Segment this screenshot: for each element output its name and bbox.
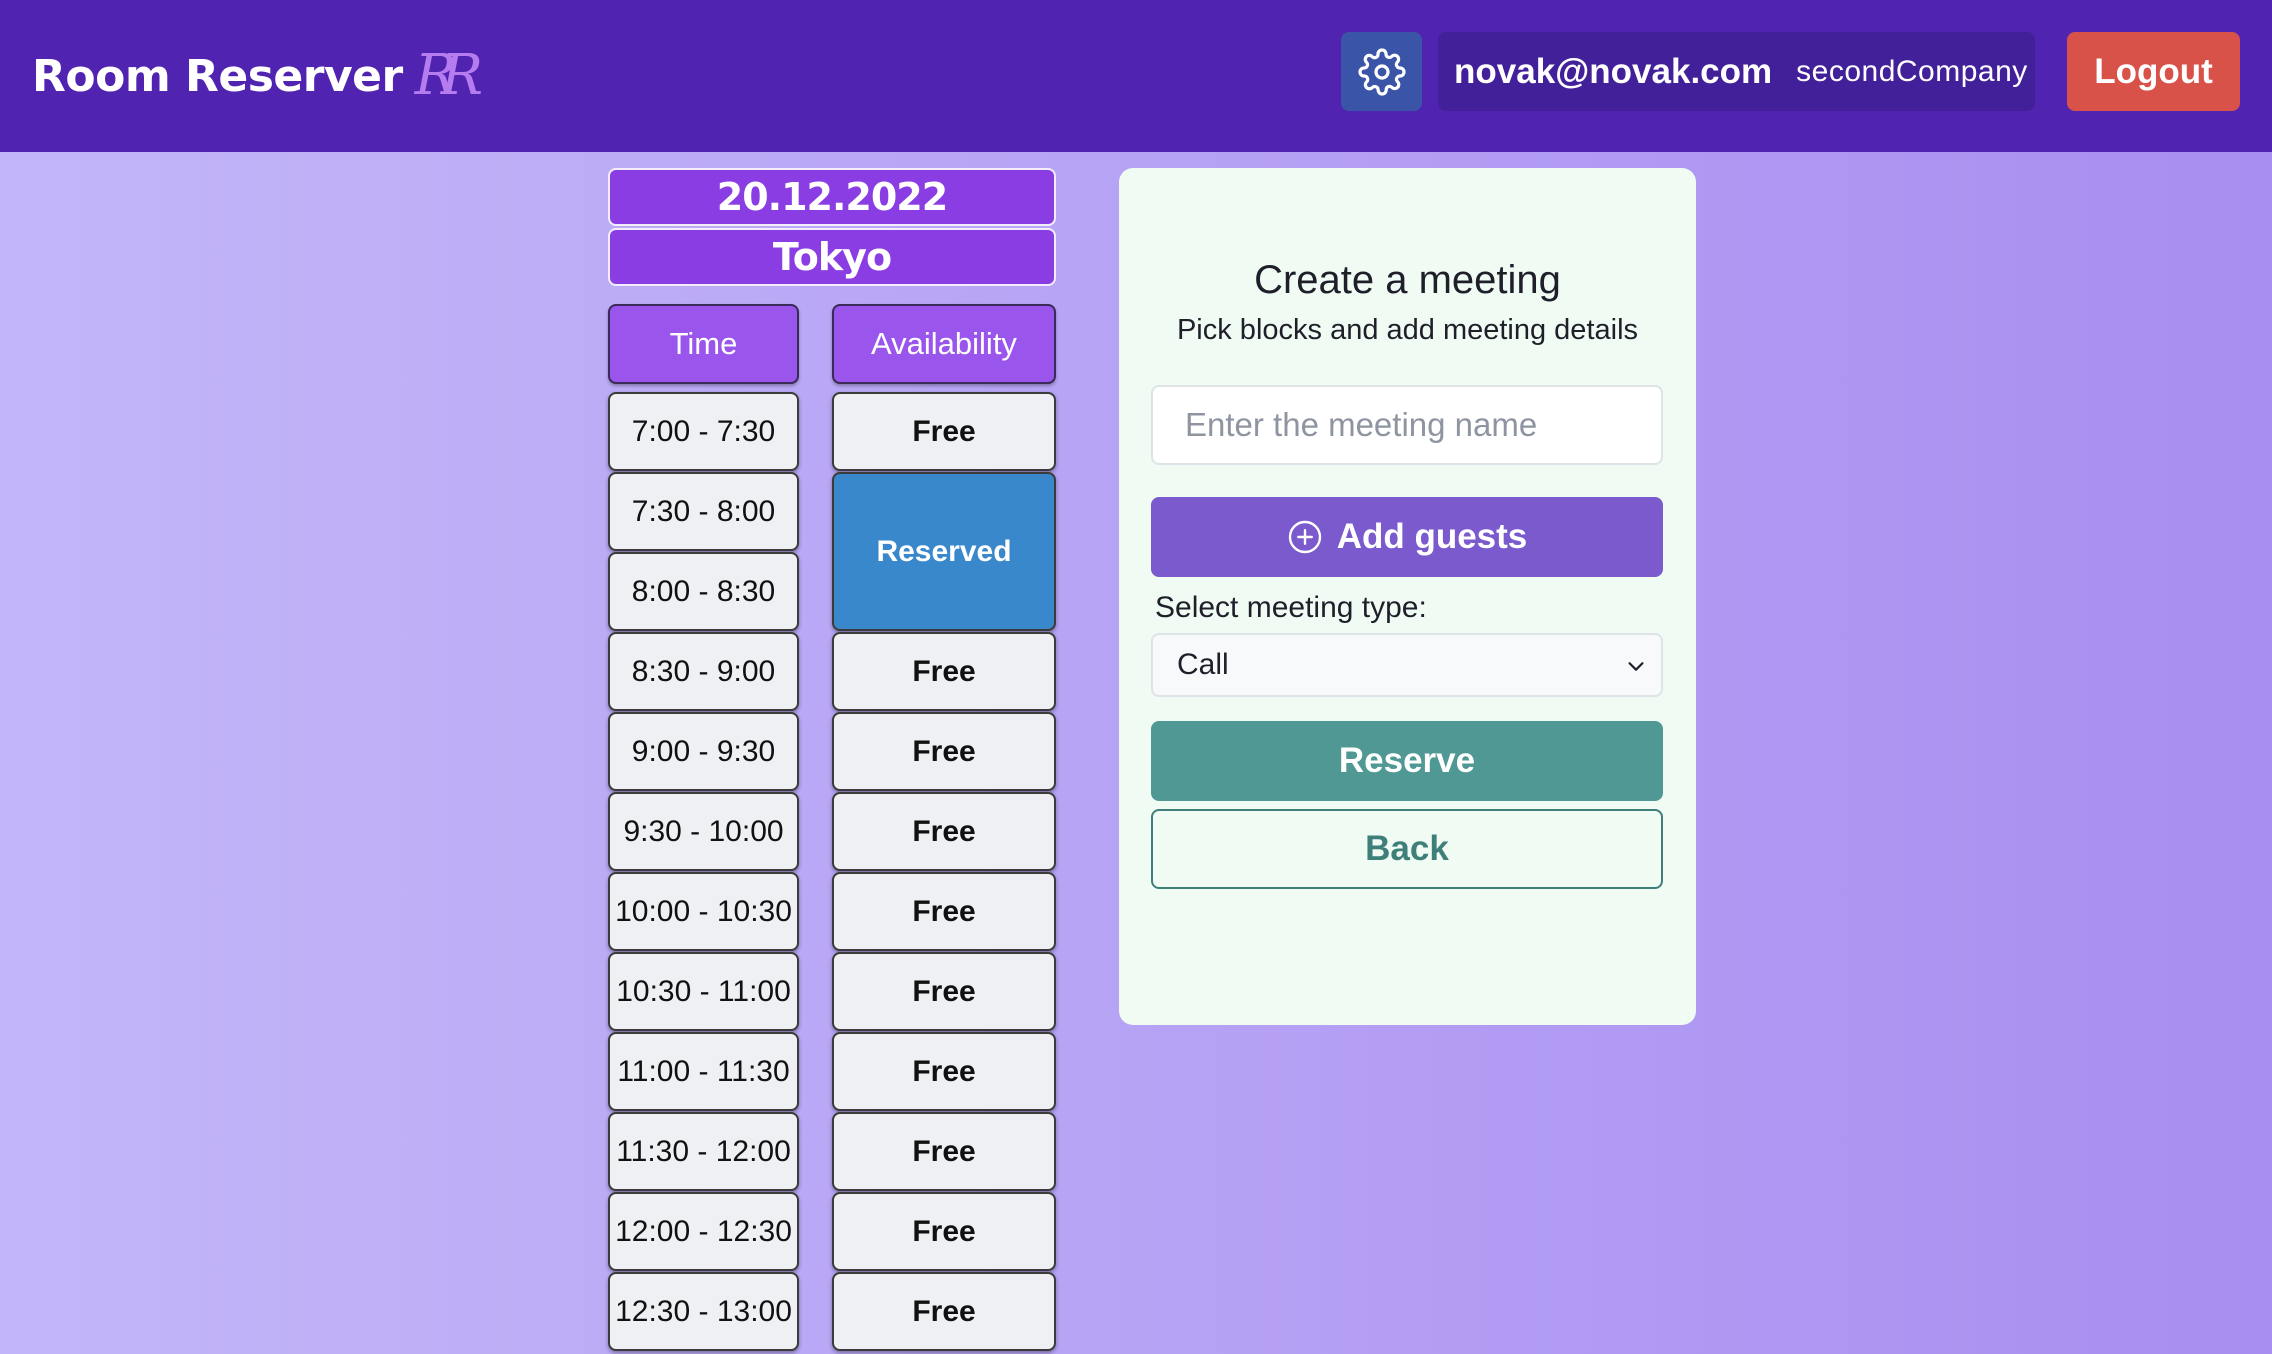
company-name: secondCompany [1796, 54, 2028, 88]
availability-column-header: Availability [832, 304, 1056, 384]
availability-free[interactable]: Free [832, 952, 1056, 1031]
time-slot[interactable]: 10:30 - 11:00 [608, 952, 799, 1031]
availability-free[interactable]: Free [832, 1272, 1056, 1351]
app-title: Room Reserver [32, 50, 403, 102]
availability-free[interactable]: Free [832, 872, 1056, 951]
time-slot[interactable]: 12:30 - 13:00 [608, 1272, 799, 1351]
availability-free[interactable]: Free [832, 712, 1056, 791]
time-slot[interactable]: 9:30 - 10:00 [608, 792, 799, 871]
chevron-down-icon [1628, 662, 1644, 671]
time-slot[interactable]: 11:00 - 11:30 [608, 1032, 799, 1111]
panel-title: Create a meeting [1254, 258, 1561, 302]
reserve-button[interactable]: Reserve [1151, 721, 1663, 801]
time-slot[interactable]: 9:00 - 9:30 [608, 712, 799, 791]
time-slot[interactable]: 11:30 - 12:00 [608, 1112, 799, 1191]
time-column-header: Time [608, 304, 799, 384]
logo-icon: RR [414, 43, 483, 108]
meeting-type-value: Call [1177, 648, 1229, 681]
meeting-type-select[interactable]: Call [1151, 633, 1663, 697]
date-display: 20.12.2022 [608, 168, 1056, 226]
time-slot[interactable]: 8:30 - 9:00 [608, 632, 799, 711]
gear-icon [1357, 47, 1406, 96]
panel-subtitle: Pick blocks and add meeting details [1176, 314, 1639, 346]
meeting-name-input[interactable] [1151, 385, 1663, 465]
availability-free[interactable]: Free [832, 1112, 1056, 1191]
add-guests-label: Add guests [1336, 517, 1528, 556]
availability-reserved: Reserved [832, 472, 1056, 631]
plus-circle-icon [1288, 520, 1321, 554]
create-meeting-panel: Create a meeting Pick blocks and add mee… [1119, 168, 1696, 1025]
time-slot[interactable]: 10:00 - 10:30 [608, 872, 799, 951]
meeting-type-label: Select meeting type: [1155, 591, 1427, 624]
time-slot[interactable]: 7:30 - 8:00 [608, 472, 799, 551]
availability-free[interactable]: Free [832, 632, 1056, 711]
user-email: novak@novak.com [1454, 51, 1773, 91]
time-slot[interactable]: 12:00 - 12:30 [608, 1192, 799, 1271]
logout-button[interactable]: Logout [2067, 32, 2240, 111]
settings-button[interactable] [1341, 32, 1422, 111]
availability-free[interactable]: Free [832, 1032, 1056, 1111]
user-info: novak@novak.com secondCompany [1438, 32, 2035, 111]
availability-free[interactable]: Free [832, 792, 1056, 871]
back-button[interactable]: Back [1151, 809, 1663, 889]
room-name: Tokyo [608, 228, 1056, 286]
top-navbar: Room Reserver RR novak@novak.com secondC… [0, 0, 2272, 152]
time-slot[interactable]: 7:00 - 7:30 [608, 392, 799, 471]
time-slot[interactable]: 8:00 - 8:30 [608, 552, 799, 631]
add-guests-button[interactable]: Add guests [1151, 497, 1663, 577]
brand[interactable]: Room Reserver RR [32, 43, 483, 108]
availability-free[interactable]: Free [832, 1192, 1056, 1271]
availability-free[interactable]: Free [832, 392, 1056, 471]
